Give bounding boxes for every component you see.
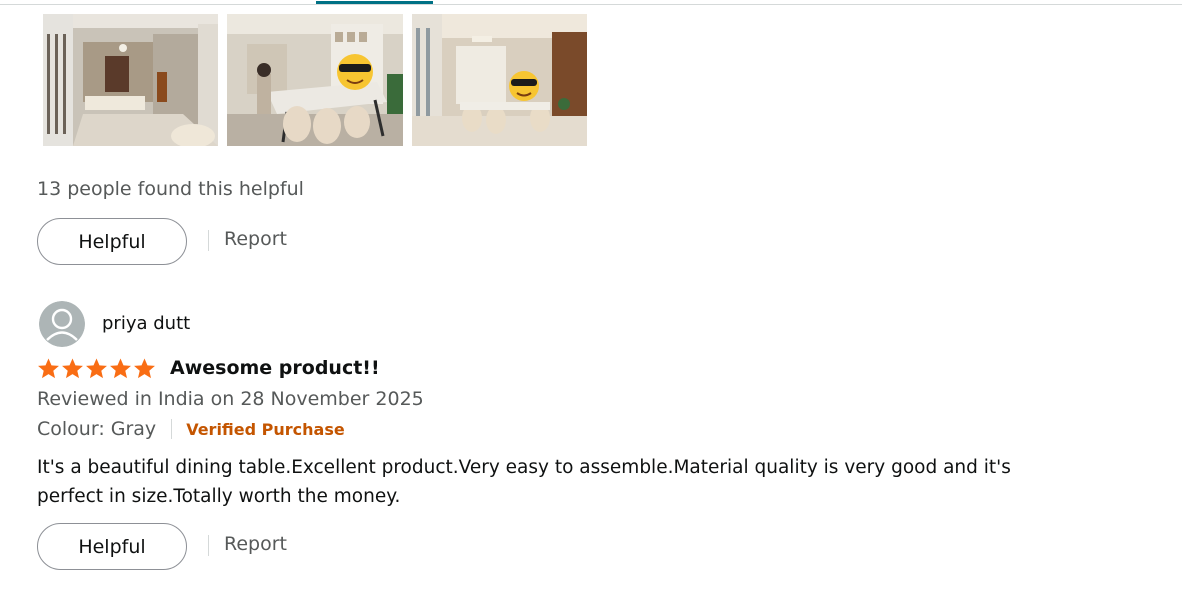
action-divider: [208, 230, 209, 251]
verified-purchase-badge: Verified Purchase: [186, 419, 345, 439]
review-image-3[interactable]: [412, 14, 587, 146]
filled-star-icon: [38, 358, 59, 379]
filled-star-icon: [62, 358, 83, 379]
reviewer-name[interactable]: priya dutt: [102, 313, 190, 334]
review-image-1[interactable]: [43, 14, 218, 146]
colour-variant[interactable]: Colour: Gray: [37, 418, 156, 440]
avatar: [39, 301, 85, 347]
review-date: Reviewed in India on 28 November 2025: [37, 388, 424, 410]
active-tab-indicator: [316, 1, 433, 4]
report-link[interactable]: Report: [224, 533, 287, 555]
variant-divider: [171, 419, 173, 439]
action-divider: [208, 535, 209, 556]
helpful-button[interactable]: Helpful: [37, 523, 187, 570]
filled-star-icon: [110, 358, 131, 379]
top-divider: [0, 4, 1182, 5]
review-title[interactable]: Awesome product!!: [170, 357, 380, 379]
variant-row: Colour: Gray Verified Purchase: [37, 418, 345, 440]
helpful-button[interactable]: Helpful: [37, 218, 187, 265]
filled-star-icon: [134, 358, 155, 379]
star-rating[interactable]: [37, 357, 156, 380]
helpful-count: 13 people found this helpful: [37, 178, 304, 200]
report-link[interactable]: Report: [224, 228, 287, 250]
review-image-2[interactable]: [227, 14, 403, 146]
review-body: It's a beautiful dining table.Excellent …: [37, 457, 1011, 507]
default-user-avatar-icon: [39, 301, 85, 347]
filled-star-icon: [86, 358, 107, 379]
